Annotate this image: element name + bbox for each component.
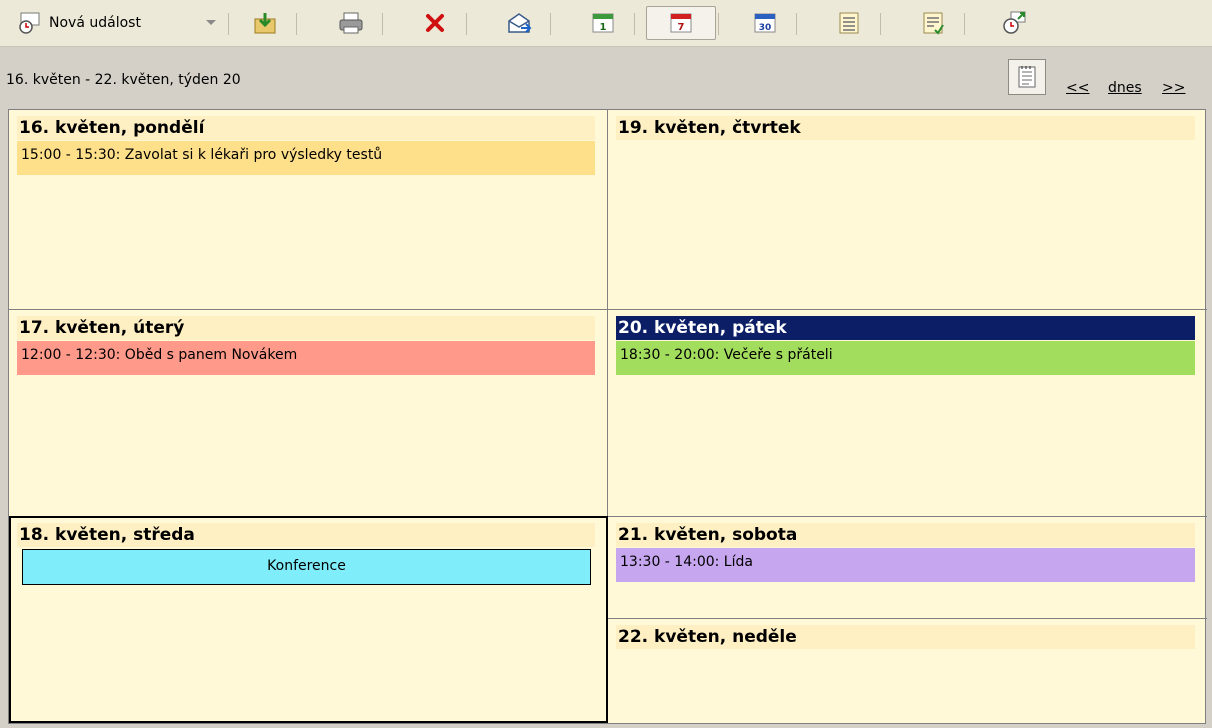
- send-icon: [508, 13, 532, 33]
- import-button[interactable]: [236, 6, 297, 40]
- next-week-link[interactable]: >>: [1162, 80, 1185, 96]
- svg-text:7: 7: [678, 22, 685, 33]
- date-range-bar: 16. květen - 22. květen, týden 20 << dne…: [0, 47, 1212, 109]
- delete-icon: [426, 14, 444, 32]
- day-cell-friday[interactable]: 20. květen, pátek 18:30 - 20:00: Večeře …: [608, 310, 1207, 516]
- task-view-icon: [923, 12, 944, 35]
- day-cell-saturday[interactable]: 21. květen, sobota 13:30 - 14:00: Lída: [608, 517, 1207, 618]
- new-event-button[interactable]: Nová událost: [12, 6, 190, 40]
- list-view-button[interactable]: [820, 6, 881, 40]
- day-title: 21. květen, sobota: [616, 523, 1195, 547]
- print-button[interactable]: [322, 6, 383, 40]
- event-item[interactable]: 15:00 - 15:30: Zavolat si k lékaři pro v…: [17, 141, 595, 175]
- day-cell-thursday[interactable]: 19. květen, čtvrtek: [608, 110, 1207, 309]
- reminder-button[interactable]: [986, 6, 1044, 40]
- import-icon: [254, 13, 276, 34]
- day-title: 18. květen, středa: [17, 523, 595, 547]
- new-event-icon: [19, 12, 40, 34]
- task-view-button[interactable]: [904, 6, 965, 40]
- date-range-label: 16. květen - 22. květen, týden 20: [6, 72, 241, 88]
- previous-week-link[interactable]: <<: [1066, 80, 1089, 96]
- month-view-button[interactable]: 30: [736, 6, 797, 40]
- day-title-today: 20. květen, pátek: [616, 316, 1195, 340]
- day-title: 17. květen, úterý: [17, 316, 595, 340]
- week-calendar-grid: 16. květen, pondělí 15:00 - 15:30: Zavol…: [8, 109, 1207, 724]
- day-view-icon: 1: [592, 13, 614, 33]
- day-cell-wednesday[interactable]: 18. květen, středa Konference: [9, 517, 607, 723]
- toolbar: Nová událost 1 7 30: [0, 0, 1212, 47]
- notes-icon: [1018, 66, 1036, 88]
- delete-button[interactable]: [406, 6, 467, 40]
- event-item[interactable]: 18:30 - 20:00: Večeře s přáteli: [616, 341, 1195, 375]
- today-link[interactable]: dnes: [1108, 80, 1142, 96]
- day-view-button[interactable]: 1: [574, 6, 635, 40]
- chevron-down-icon: [206, 20, 216, 25]
- new-event-label: Nová událost: [49, 15, 141, 31]
- day-cell-tuesday[interactable]: 17. květen, úterý 12:00 - 12:30: Oběd s …: [9, 310, 607, 516]
- svg-text:1: 1: [600, 22, 607, 33]
- event-item[interactable]: 13:30 - 14:00: Lída: [616, 548, 1195, 582]
- day-title: 22. květen, neděle: [616, 625, 1195, 649]
- day-cell-monday[interactable]: 16. květen, pondělí 15:00 - 15:30: Zavol…: [9, 110, 607, 309]
- notes-button[interactable]: [1008, 59, 1046, 95]
- print-icon: [339, 12, 363, 34]
- svg-text:30: 30: [759, 23, 772, 33]
- new-event-dropdown[interactable]: [196, 6, 229, 40]
- send-button[interactable]: [490, 6, 551, 40]
- month-view-icon: 30: [754, 13, 776, 33]
- day-title: 16. květen, pondělí: [17, 116, 595, 140]
- week-view-button[interactable]: 7: [646, 6, 719, 40]
- week-view-icon: 7: [670, 13, 692, 33]
- day-title: 19. květen, čtvrtek: [616, 116, 1195, 140]
- event-item[interactable]: 12:00 - 12:30: Oběd s panem Novákem: [17, 341, 595, 375]
- reminder-icon: [1003, 11, 1026, 34]
- list-view-icon: [839, 12, 859, 34]
- event-item[interactable]: Konference: [22, 549, 591, 585]
- day-cell-sunday[interactable]: 22. květen, neděle: [608, 619, 1207, 723]
